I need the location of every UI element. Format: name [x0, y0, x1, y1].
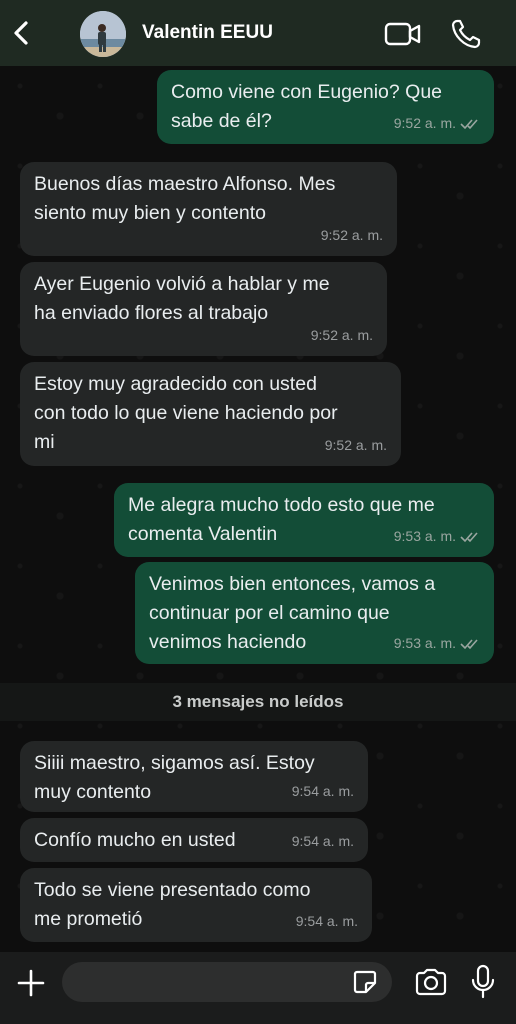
message-time: 9:52 a. m.	[324, 437, 387, 453]
message-text-line: Me alegra mucho todo esto que me	[128, 494, 435, 516]
sticker-icon[interactable]	[352, 969, 378, 995]
double-check-icon	[460, 118, 478, 129]
avatar-photo	[80, 11, 126, 57]
message-bubble-incoming[interactable]: Confío mucho en usted 9:54 a. m.	[20, 818, 368, 862]
message-time: 9:52 a. m.	[320, 227, 383, 243]
message-meta: 9:52 a. m.	[311, 321, 373, 350]
camera-icon[interactable]	[414, 968, 448, 996]
composer-bar	[0, 952, 516, 1024]
message-time: 9:54 a. m.	[295, 913, 358, 929]
unread-divider-label: 3 mensajes no leídos	[172, 692, 344, 711]
chat-header: Valentin EEUU	[0, 0, 516, 66]
message-meta: 9:52 a. m.	[325, 431, 387, 460]
message-bubble-incoming[interactable]: Siiii maestro, sigamos así. Estoy muy co…	[20, 741, 368, 812]
message-meta: 9:53 a. m.	[394, 629, 480, 658]
message-text-line: con todo lo que viene haciendo por	[34, 402, 338, 424]
message-text-line: Siiii maestro, sigamos así. Estoy	[34, 752, 315, 774]
message-bubble-outgoing[interactable]: Me alegra mucho todo esto que me comenta…	[114, 483, 494, 557]
back-icon[interactable]	[8, 18, 34, 48]
voice-call-icon[interactable]	[450, 18, 482, 50]
message-meta: 9:53 a. m.	[394, 522, 480, 551]
message-bubble-incoming[interactable]: Estoy muy agradecido con usted con todo …	[20, 362, 401, 466]
message-bubble-outgoing[interactable]: Venimos bien entonces, vamos a continuar…	[135, 562, 494, 664]
message-text-line: Como viene con Eugenio? Que	[171, 81, 443, 103]
message-time: 9:54 a. m.	[291, 783, 354, 799]
message-meta: 9:52 a. m.	[394, 109, 480, 138]
message-meta: 9:54 a. m.	[292, 777, 354, 806]
plus-icon[interactable]	[14, 966, 48, 1000]
message-meta: 9:54 a. m.	[292, 827, 354, 856]
message-input[interactable]	[62, 962, 392, 1002]
message-time: 9:52 a. m.	[310, 327, 373, 343]
message-meta: 9:54 a. m.	[296, 907, 358, 936]
contact-name[interactable]: Valentin EEUU	[142, 22, 273, 44]
avatar[interactable]	[80, 11, 126, 57]
message-time: 9:54 a. m.	[291, 833, 354, 849]
message-text-line: Ayer Eugenio volvió a hablar y me	[34, 273, 330, 295]
message-time: 9:53 a. m.	[393, 528, 456, 544]
message-text-line: Buenos días maestro Alfonso. Mes	[34, 173, 336, 195]
message-text-line: continuar por el camino que	[149, 602, 390, 624]
video-call-icon[interactable]	[384, 20, 422, 48]
unread-divider: 3 mensajes no leídos	[0, 683, 516, 721]
message-bubble-incoming[interactable]: Buenos días maestro Alfonso. Mes siento …	[20, 162, 397, 256]
message-meta: 9:52 a. m.	[321, 221, 383, 250]
message-bubble-incoming[interactable]: Ayer Eugenio volvió a hablar y me ha env…	[20, 262, 387, 356]
double-check-icon	[460, 638, 478, 649]
message-bubble-incoming[interactable]: Todo se viene presentado como me prometi…	[20, 868, 372, 942]
microphone-icon[interactable]	[470, 964, 496, 1000]
message-text-line: Todo se viene presentado como	[34, 879, 311, 901]
message-time: 9:53 a. m.	[393, 635, 456, 651]
message-bubble-outgoing[interactable]: Como viene con Eugenio? Que sabe de él? …	[157, 70, 494, 144]
message-time: 9:52 a. m.	[393, 115, 456, 131]
message-text-line: Venimos bien entonces, vamos a	[149, 573, 436, 595]
message-text-line: Estoy muy agradecido con usted	[34, 373, 317, 395]
double-check-icon	[460, 531, 478, 542]
